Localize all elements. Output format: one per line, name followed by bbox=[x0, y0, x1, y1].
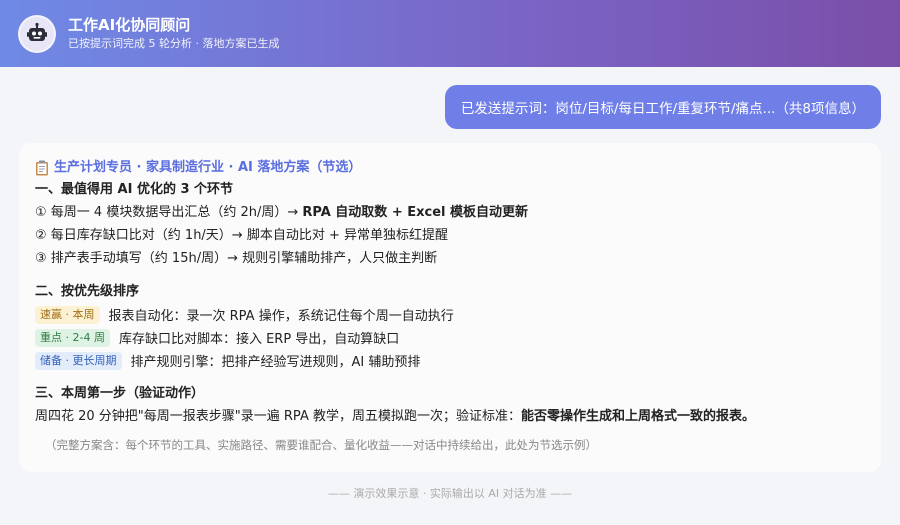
list-item-bold: RPA 自动取数 + Excel 模板自动更新 bbox=[302, 205, 529, 220]
priority-badge: 重点 · 2-4 周 bbox=[35, 328, 110, 347]
app-subtitle: 已按提示词完成 5 轮分析 · 落地方案已生成 bbox=[68, 37, 280, 50]
list-item-text: ③ 排产表手动填写（约 15h/周）→ 规则引擎辅助排产，人只做主判断 bbox=[35, 251, 438, 266]
clipboard-icon bbox=[35, 160, 49, 176]
first-step-bold: 能否零操作生成和上周格式一致的报表。 bbox=[520, 409, 755, 424]
user-message-bubble: 已发送提示词：岗位/目标/每日工作/重复环节/痛点...（共8项信息） bbox=[444, 85, 881, 129]
list-item-text: ① 每周一 4 模块数据导出汇总（约 2h/周）→ bbox=[35, 205, 303, 220]
priority-text: 库存缺口比对脚本：接入 ERP 导出，自动算缺口 bbox=[118, 332, 400, 347]
app-header: 工作AI化协同顾问 已按提示词完成 5 轮分析 · 落地方案已生成 bbox=[0, 0, 900, 67]
priority-item: 储备 · 更长周期 排产规则引擎：把排产经验写进规则，AI 辅助预排 bbox=[35, 349, 865, 372]
priority-text: 报表自动化：录一次 RPA 操作，系统记住每个周一自动执行 bbox=[108, 309, 454, 324]
priority-text: 排产规则引擎：把排产经验写进规则，AI 辅助预排 bbox=[130, 355, 421, 370]
footnote: （完整方案含：每个环节的工具、实施路径、需要谁配合、量化收益——对话中持续给出，… bbox=[45, 438, 597, 452]
app-title: 工作AI化协同顾问 bbox=[68, 16, 191, 34]
priority-item: 重点 · 2-4 周 库存缺口比对脚本：接入 ERP 导出，自动算缺口 bbox=[35, 326, 865, 349]
ai-response-card: 生产计划专员 · 家具制造行业 · AI 落地方案（节选） 一、最值得用 AI … bbox=[19, 143, 881, 472]
priority-badge: 储备 · 更长周期 bbox=[35, 351, 122, 370]
first-step-body: 周四花 20 分钟把"每周一报表步骤"录一遍 RPA 教学，周五模拟跑一次；验证… bbox=[35, 409, 521, 424]
section-heading: 二、按优先级排序 bbox=[35, 284, 140, 299]
priority-badge: 速赢 · 本周 bbox=[35, 305, 100, 324]
list-item: ② 每日库存缺口比对（约 1h/天）→ 脚本自动比对 + 异常单独标红提醒 bbox=[35, 224, 865, 247]
section-heading: 三、本周第一步（验证动作） bbox=[35, 386, 205, 401]
disclaimer-footer: —— 演示效果示意 · 实际输出以 AI 对话为准 —— bbox=[327, 487, 573, 500]
card-title-text: 生产计划专员 · 家具制造行业 · AI 落地方案（节选） bbox=[54, 160, 362, 175]
section-heading: 一、最值得用 AI 优化的 3 个环节 bbox=[35, 182, 234, 197]
first-step-text: 周四花 20 分钟把"每周一报表步骤"录一遍 RPA 教学，周五模拟跑一次；验证… bbox=[35, 405, 865, 428]
list-item: ③ 排产表手动填写（约 15h/周）→ 规则引擎辅助排产，人只做主判断 bbox=[35, 247, 865, 270]
list-item: ① 每周一 4 模块数据导出汇总（约 2h/周）→ RPA 自动取数 + Exc… bbox=[35, 201, 865, 224]
priority-item: 速赢 · 本周 报表自动化：录一次 RPA 操作，系统记住每个周一自动执行 bbox=[35, 303, 865, 326]
card-title: 生产计划专员 · 家具制造行业 · AI 落地方案（节选） bbox=[35, 157, 865, 179]
robot-icon bbox=[18, 14, 56, 53]
list-item-text: ② 每日库存缺口比对（约 1h/天）→ 脚本自动比对 + 异常单独标红提醒 bbox=[35, 228, 448, 243]
